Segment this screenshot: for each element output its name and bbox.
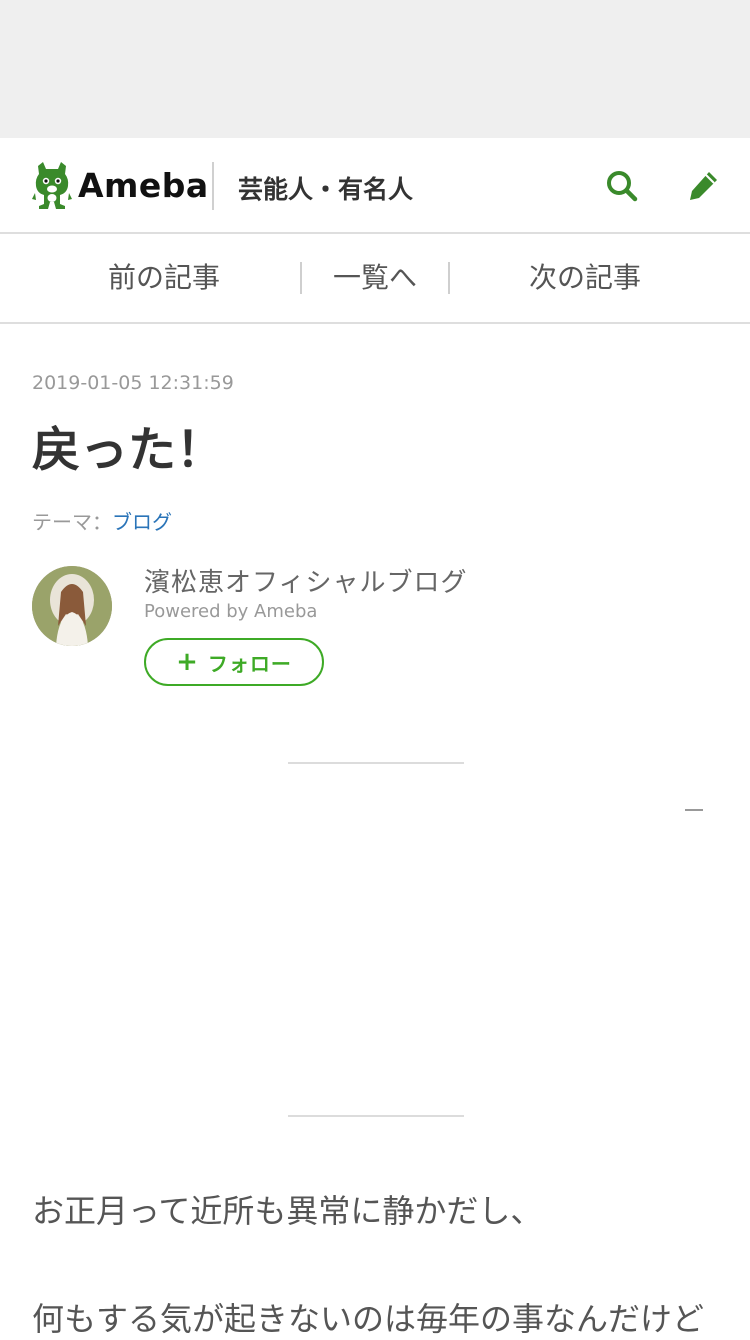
pager-divider <box>448 262 450 294</box>
article-theme: テーマ：ブログ <box>32 506 172 535</box>
article-body-line: 何もする気が起きないのは毎年の事なんだけど <box>32 1300 705 1338</box>
article-date: 2019-01-05 12:31:59 <box>32 372 234 394</box>
header-divider <box>212 162 214 210</box>
ad-divider-top <box>288 762 464 764</box>
pager-divider <box>300 262 302 294</box>
ad-divider-bottom <box>288 1115 464 1117</box>
ameba-logo[interactable]: Ameba <box>32 160 209 210</box>
follow-button[interactable]: + フォロー <box>144 638 324 686</box>
follow-label: フォロー <box>207 651 292 676</box>
avatar-photo <box>32 566 112 646</box>
plus-icon: + <box>176 647 198 677</box>
next-article-link[interactable]: 次の記事 <box>510 234 660 322</box>
search-button[interactable] <box>602 166 642 206</box>
prev-article-link[interactable]: 前の記事 <box>90 234 238 322</box>
article-list-link[interactable]: 一覧へ <box>316 234 434 322</box>
pencil-icon <box>690 172 717 200</box>
article-pager: 前の記事 一覧へ 次の記事 <box>0 234 750 324</box>
dash-mark <box>685 809 703 811</box>
search-icon <box>607 171 638 202</box>
ameba-mascot-icon <box>32 162 72 209</box>
theme-label: テーマ： <box>32 510 112 534</box>
logo-text: Ameba <box>78 165 209 205</box>
theme-link[interactable]: ブログ <box>112 510 172 534</box>
write-post-button[interactable] <box>684 166 724 206</box>
article-body-line: お正月って近所も異常に静かだし、 <box>32 1192 543 1230</box>
blog-avatar[interactable] <box>32 566 112 646</box>
powered-by: Powered by Ameba <box>144 601 318 622</box>
article-title: 戻った！ <box>32 422 225 478</box>
site-header: Ameba 芸能人・有名人 <box>0 138 750 234</box>
header-category-link[interactable]: 芸能人・有名人 <box>238 170 413 206</box>
ad-banner-area <box>0 0 750 138</box>
blog-name[interactable]: 濱松恵オフィシャルブログ <box>144 562 467 599</box>
